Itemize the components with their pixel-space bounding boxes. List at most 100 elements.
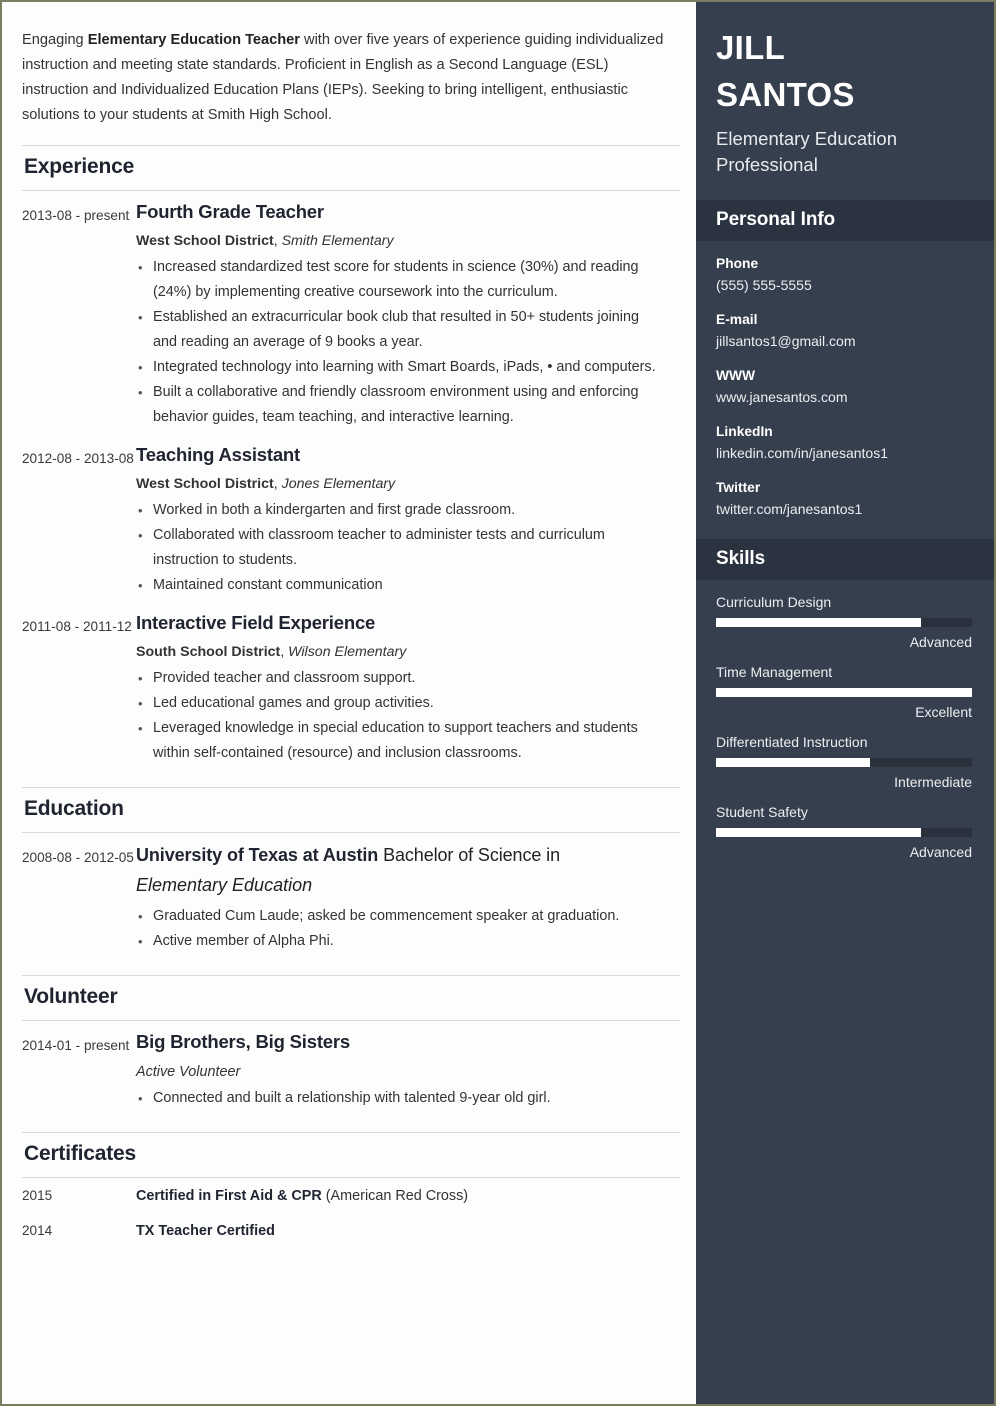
skill-name: Student Safety xyxy=(716,804,808,820)
info-value[interactable]: www.janesantos.com xyxy=(716,386,972,408)
personal-info-list: Phone (555) 555-5555 E-mail jillsantos1@… xyxy=(696,241,994,539)
entry-bullets: Connected and built a relationship with … xyxy=(136,1086,664,1111)
info-value[interactable]: linkedin.com/in/janesantos1 xyxy=(716,442,972,464)
info-value[interactable]: (555) 555-5555 xyxy=(716,274,972,296)
info-label: Twitter xyxy=(716,480,761,495)
bullet-item: Active member of Alpha Phi. xyxy=(136,929,664,954)
skill-level: Advanced xyxy=(909,634,972,650)
summary-paragraph: Engaging Elementary Education Teacher wi… xyxy=(22,28,680,128)
personal-info-item-linkedin: LinkedIn linkedin.com/in/janesantos1 xyxy=(716,421,972,464)
certificate-name: Certified in First Aid & CPR xyxy=(136,1188,322,1204)
certificate-name: TX Teacher Certified xyxy=(136,1223,275,1239)
personal-info-item-phone: Phone (555) 555-5555 xyxy=(716,253,972,296)
entry-organization: South School District, Wilson Elementary xyxy=(136,641,664,663)
bullet-item: Integrated technology into learning with… xyxy=(136,355,664,380)
info-label: LinkedIn xyxy=(716,424,773,439)
bullet-item: Worked in both a kindergarten and first … xyxy=(136,498,664,523)
skill-name: Curriculum Design xyxy=(716,594,832,610)
experience-entry: 2013-08 - present Fourth Grade Teacher W… xyxy=(22,191,680,434)
personal-info-item-email: E-mail jillsantos1@gmail.com xyxy=(716,309,972,352)
entry-title: Interactive Field Experience xyxy=(136,612,376,633)
entry-bullets: Increased standardized test score for st… xyxy=(136,255,664,430)
entry-body: Big Brothers, Big Sisters Active Volunte… xyxy=(136,1029,680,1111)
entry-org-separator: , xyxy=(273,233,282,249)
skill-bar-track xyxy=(716,688,972,697)
section-title-experience: Experience xyxy=(24,155,135,178)
skill-level: Intermediate xyxy=(894,774,972,790)
education-field: Elementary Education xyxy=(136,875,313,895)
volunteer-entry: 2014-01 - present Big Brothers, Big Sist… xyxy=(22,1021,680,1115)
entry-org-name: West School District xyxy=(136,233,274,249)
skill-bar-fill xyxy=(716,828,921,837)
entry-body: Teaching Assistant West School District,… xyxy=(136,442,680,598)
education-school: University of Texas at Austin xyxy=(136,845,379,865)
info-value[interactable]: jillsantos1@gmail.com xyxy=(716,330,972,352)
skill-level: Excellent xyxy=(915,704,972,720)
bullet-item: Maintained constant communication xyxy=(136,573,664,598)
skill-bar-fill xyxy=(716,618,921,627)
info-value[interactable]: twitter.com/janesantos1 xyxy=(716,498,972,520)
skill-bar-track xyxy=(716,828,972,837)
personal-info-item-www: WWW www.janesantos.com xyxy=(716,365,972,408)
skill-bar-fill xyxy=(716,688,972,697)
entry-dates: 2008-08 - 2012-05 xyxy=(22,850,134,865)
education-degree: Bachelor of Science in xyxy=(378,845,560,865)
skill-bar-track xyxy=(716,758,972,767)
volunteer-role: Active Volunteer xyxy=(136,1064,241,1080)
entry-org-name: South School District xyxy=(136,644,281,660)
certificate-year: 2015 xyxy=(22,1188,53,1203)
entry-bullets: Graduated Cum Laude; asked be commenceme… xyxy=(136,904,664,954)
entry-title: Fourth Grade Teacher xyxy=(136,201,324,222)
entry-org-sub: Smith Elementary xyxy=(281,233,394,249)
main-column: Engaging Elementary Education Teacher wi… xyxy=(2,2,696,1404)
bullet-item: Collaborated with classroom teacher to a… xyxy=(136,523,664,573)
sidebar-section-title-skills: Skills xyxy=(696,539,994,580)
sidebar-section-title-personal-info: Personal Info xyxy=(696,200,994,241)
skill-bar-track xyxy=(716,618,972,627)
bullet-item: Leveraged knowledge in special education… xyxy=(136,716,664,766)
sidebar: JILL SANTOS Elementary Education Profess… xyxy=(696,2,994,1404)
candidate-subtitle: Elementary Education Professional xyxy=(716,128,897,175)
entry-organization: West School District, Jones Elementary xyxy=(136,473,664,495)
entry-title: Teaching Assistant xyxy=(136,444,300,465)
entry-dates: 2013-08 - present xyxy=(22,208,130,223)
entry-dates: 2011-08 - 2011-12 xyxy=(22,619,132,634)
entry-bullets: Provided teacher and classroom support. … xyxy=(136,666,664,766)
entry-org-separator: , xyxy=(273,476,282,492)
resume-page: Engaging Elementary Education Teacher wi… xyxy=(0,0,996,1406)
skills-list: Curriculum Design Advanced Time Manageme… xyxy=(696,580,994,877)
entry-body: University of Texas at Austin Bachelor o… xyxy=(136,841,680,954)
entry-org-sub: Wilson Elementary xyxy=(288,644,407,660)
experience-entry: 2012-08 - 2013-08 Teaching Assistant Wes… xyxy=(22,434,680,602)
entry-org-name: West School District xyxy=(136,476,274,492)
skill-name: Time Management xyxy=(716,664,833,680)
summary-bold-role: Elementary Education Teacher xyxy=(87,32,300,48)
bullet-item: Connected and built a relationship with … xyxy=(136,1086,664,1111)
entry-org-separator: , xyxy=(280,644,289,660)
skill-item: Differentiated Instruction Intermediate xyxy=(716,731,972,793)
candidate-last-name: SANTOS xyxy=(716,76,855,113)
certificate-year: 2014 xyxy=(22,1223,53,1238)
entry-dates: 2012-08 - 2013-08 xyxy=(22,451,134,466)
entry-dates: 2014-01 - present xyxy=(22,1038,130,1053)
entry-organization: West School District, Smith Elementary xyxy=(136,230,664,252)
info-label: WWW xyxy=(716,368,756,383)
personal-info-item-twitter: Twitter twitter.com/janesantos1 xyxy=(716,477,972,520)
bullet-item: Increased standardized test score for st… xyxy=(136,255,664,305)
education-entry: 2008-08 - 2012-05 University of Texas at… xyxy=(22,833,680,958)
info-label: E-mail xyxy=(716,312,758,327)
experience-entry: 2011-08 - 2011-12 Interactive Field Expe… xyxy=(22,602,680,770)
bullet-item: Provided teacher and classroom support. xyxy=(136,666,664,691)
section-title-education: Education xyxy=(24,797,124,820)
section-title-volunteer: Volunteer xyxy=(24,985,118,1008)
certificate-text: TX Teacher Certified xyxy=(136,1220,680,1242)
entry-body: Fourth Grade Teacher West School Distric… xyxy=(136,199,680,430)
education-school-line: University of Texas at Austin Bachelor o… xyxy=(136,841,664,870)
skill-level: Advanced xyxy=(909,844,972,860)
skill-item: Student Safety Advanced xyxy=(716,801,972,863)
skill-item: Curriculum Design Advanced xyxy=(716,591,972,653)
bullet-item: Established an extracurricular book club… xyxy=(136,305,664,355)
entry-bullets: Worked in both a kindergarten and first … xyxy=(136,498,664,598)
skill-name: Differentiated Instruction xyxy=(716,734,868,750)
info-label: Phone xyxy=(716,256,759,271)
